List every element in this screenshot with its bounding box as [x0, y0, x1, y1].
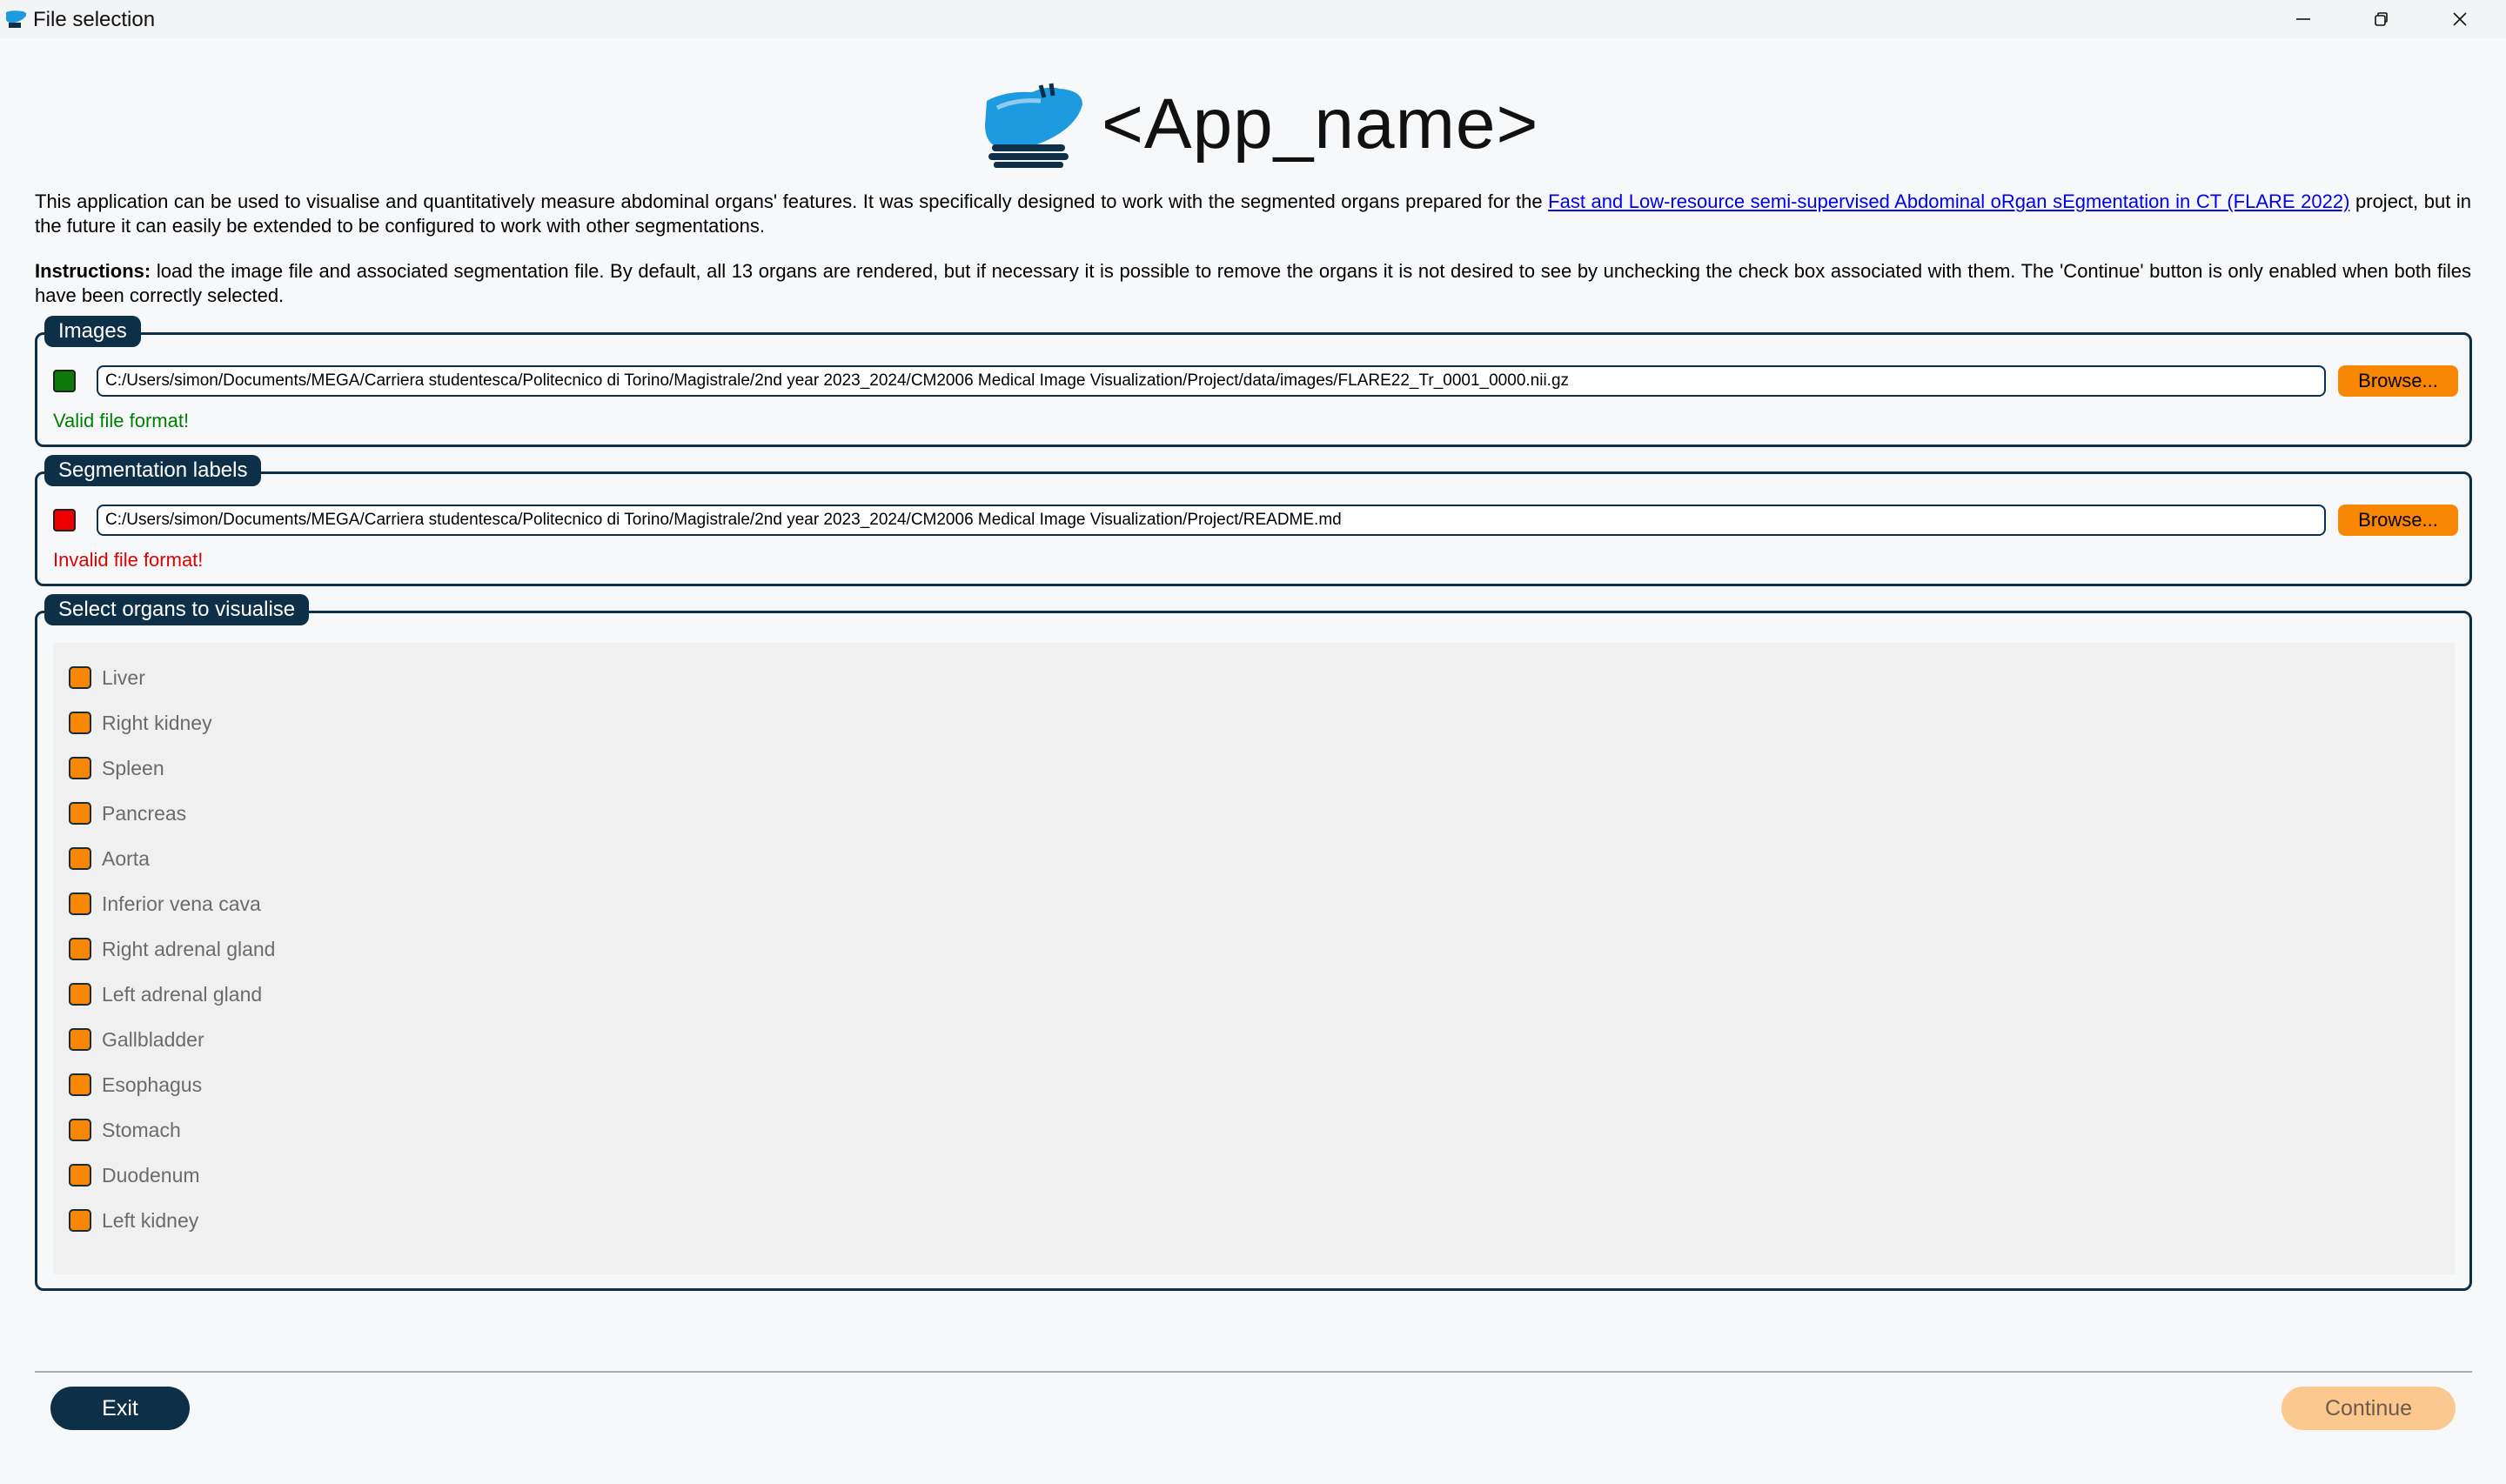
exit-button[interactable]: Exit	[50, 1387, 190, 1430]
instructions-paragraph: Instructions: load the image file and as…	[35, 259, 2471, 308]
organs-list-panel: Liver Right kidney Spleen Pancreas Aorta…	[53, 643, 2455, 1274]
segmentation-browse-button[interactable]: Browse...	[2338, 505, 2458, 536]
organ-label: Gallbladder	[102, 1027, 204, 1051]
organ-label: Pancreas	[102, 801, 187, 825]
organ-item-duodenum[interactable]: Duodenum	[69, 1158, 200, 1193]
file-selection-window: File selection <App_name> This applicati…	[0, 0, 2506, 1484]
images-group: Images Browse... Valid file format!	[35, 316, 2472, 447]
close-icon	[2453, 12, 2467, 26]
organ-label: Duodenum	[102, 1163, 200, 1187]
restore-button[interactable]	[2342, 0, 2421, 38]
organ-checkbox[interactable]	[69, 1209, 91, 1232]
organ-item-esophagus[interactable]: Esophagus	[69, 1067, 202, 1102]
organ-checkbox[interactable]	[69, 802, 91, 825]
organ-checkbox[interactable]	[69, 757, 91, 779]
organ-checkbox[interactable]	[69, 712, 91, 734]
organs-group-title: Select organs to visualise	[44, 594, 310, 625]
organ-item-liver[interactable]: Liver	[69, 660, 145, 695]
organ-checkbox[interactable]	[69, 1164, 91, 1187]
organ-label: Left adrenal gland	[102, 982, 263, 1006]
description-paragraph: This application can be used to visualis…	[35, 190, 2471, 238]
organ-item-aorta[interactable]: Aorta	[69, 841, 150, 876]
images-status-indicator	[53, 370, 76, 392]
organ-label: Liver	[102, 665, 145, 689]
images-path-input[interactable]	[97, 365, 2326, 397]
organ-label: Left kidney	[102, 1208, 199, 1232]
organ-label: Right kidney	[102, 711, 212, 734]
organ-item-left-adrenal-gland[interactable]: Left adrenal gland	[69, 977, 262, 1012]
organ-item-right-adrenal-gland[interactable]: Right adrenal gland	[69, 932, 275, 966]
images-browse-button[interactable]: Browse...	[2338, 365, 2458, 397]
organ-item-pancreas[interactable]: Pancreas	[69, 796, 186, 831]
images-group-title: Images	[44, 316, 141, 347]
title-bar: File selection	[0, 0, 2506, 38]
segmentation-status-text: Invalid file format!	[53, 549, 204, 571]
organ-checkbox[interactable]	[69, 847, 91, 870]
organ-checkbox[interactable]	[69, 1028, 91, 1051]
organ-item-inferior-vena-cava[interactable]: Inferior vena cava	[69, 886, 261, 921]
organ-label: Right adrenal gland	[102, 937, 276, 960]
window-title: File selection	[33, 8, 156, 31]
segmentation-path-input[interactable]	[97, 505, 2326, 536]
organ-checkbox[interactable]	[69, 1119, 91, 1141]
organ-item-stomach[interactable]: Stomach	[69, 1113, 181, 1147]
organ-checkbox[interactable]	[69, 892, 91, 915]
segmentation-group-title: Segmentation labels	[44, 455, 262, 486]
instructions-text: load the image file and associated segme…	[35, 260, 2471, 306]
minimize-button[interactable]	[2264, 0, 2342, 38]
segmentation-status-indicator	[53, 509, 76, 531]
liver-logo	[985, 83, 1082, 168]
organ-label: Inferior vena cava	[102, 892, 261, 915]
close-button[interactable]	[2421, 0, 2499, 38]
organ-checkbox[interactable]	[69, 1073, 91, 1096]
flare-project-link[interactable]: Fast and Low-resource semi-supervised Ab…	[1548, 191, 2349, 212]
organ-checkbox[interactable]	[69, 666, 91, 689]
description-text: This application can be used to visualis…	[35, 191, 1549, 212]
restore-icon	[2375, 12, 2388, 26]
organ-item-spleen[interactable]: Spleen	[69, 751, 164, 785]
organ-label: Stomach	[102, 1118, 181, 1141]
organ-label: Spleen	[102, 756, 164, 779]
liver-app-icon	[6, 10, 27, 28]
images-status-text: Valid file format!	[53, 410, 190, 431]
organ-label: Esophagus	[102, 1073, 203, 1096]
continue-button[interactable]: Continue	[2282, 1387, 2456, 1430]
organ-item-left-kidney[interactable]: Left kidney	[69, 1203, 198, 1238]
instructions-label: Instructions:	[35, 260, 151, 282]
app-name-heading: <App_name>	[1102, 84, 1539, 164]
segmentation-group: Segmentation labels Browse... Invalid fi…	[35, 455, 2472, 586]
organ-label: Aorta	[102, 846, 150, 870]
organ-item-gallbladder[interactable]: Gallbladder	[69, 1022, 204, 1057]
minimize-icon	[2296, 18, 2310, 20]
organ-checkbox[interactable]	[69, 983, 91, 1006]
organ-item-right-kidney[interactable]: Right kidney	[69, 705, 212, 740]
footer-separator	[35, 1371, 2472, 1373]
organs-group: Select organs to visualise Liver Right k…	[35, 594, 2472, 1291]
organ-checkbox[interactable]	[69, 938, 91, 960]
